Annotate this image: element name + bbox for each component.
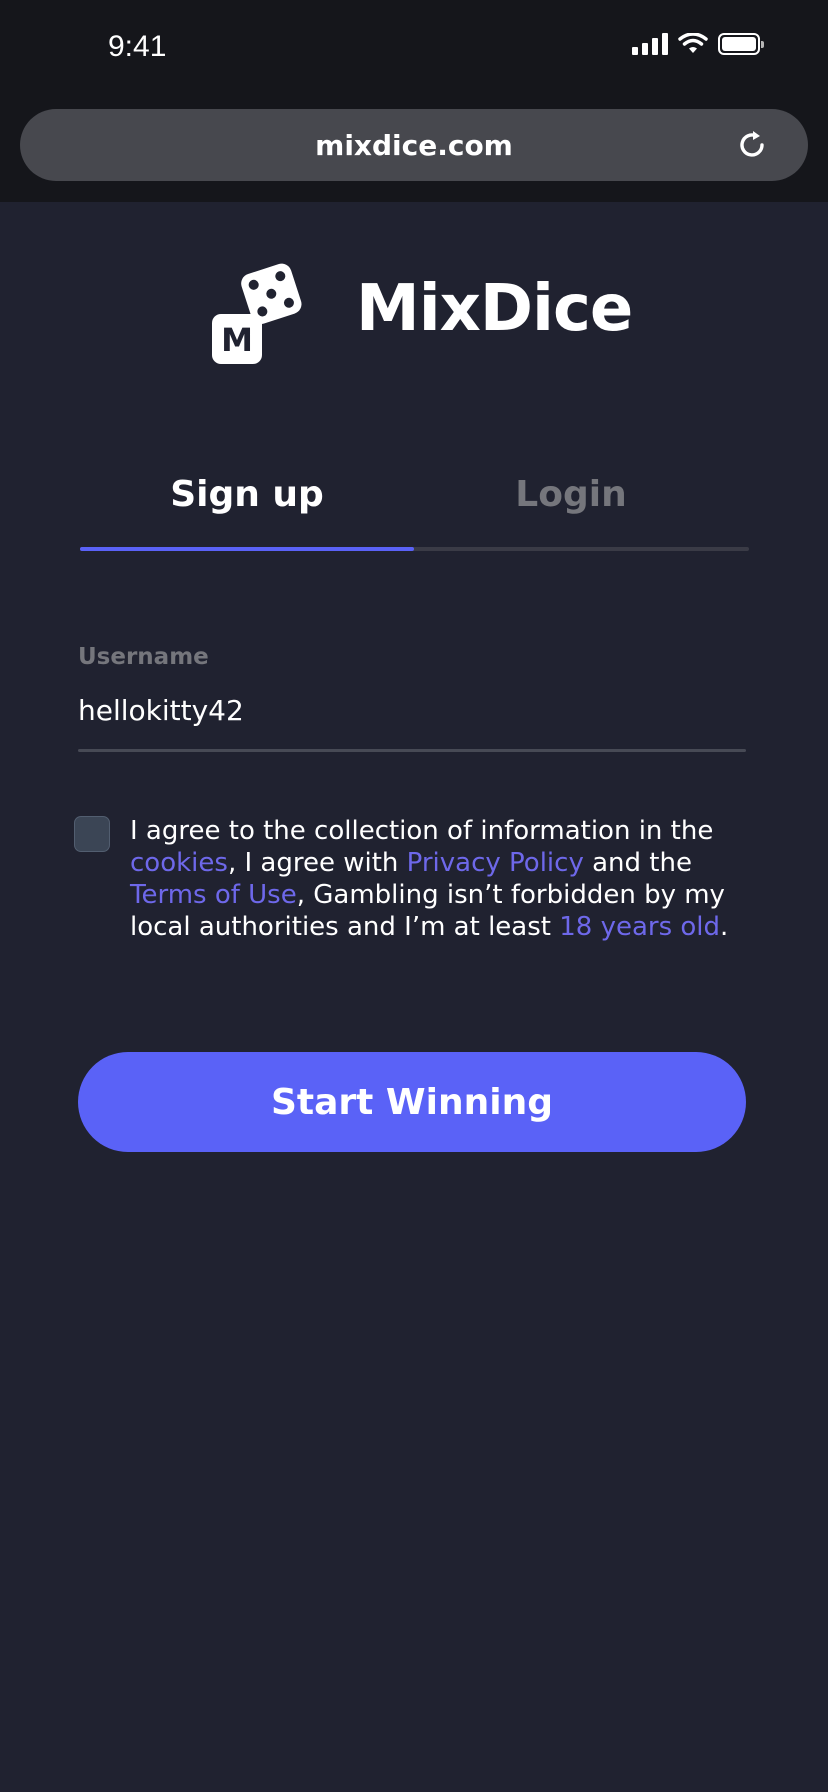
terms-of-use-link[interactable]: Terms of Use: [130, 880, 297, 910]
username-input[interactable]: [78, 688, 746, 732]
dice-icon: M: [212, 263, 302, 364]
reload-icon[interactable]: [734, 127, 770, 163]
battery-icon: [718, 33, 764, 55]
wifi-icon: [678, 33, 708, 53]
brand-name: MixDice: [356, 272, 633, 346]
logo-letter: M: [221, 321, 253, 359]
username-label: Username: [78, 644, 209, 670]
address-bar[interactable]: mixdice.com: [20, 109, 808, 181]
consent-text: I agree to the collection of information…: [130, 815, 750, 943]
tab-sign-up[interactable]: Sign up: [80, 474, 414, 515]
cellular-signal-icon: [632, 33, 668, 55]
tab-login[interactable]: Login: [404, 474, 738, 515]
start-winning-button[interactable]: Start Winning: [78, 1052, 746, 1152]
status-time: 9:41: [108, 30, 167, 63]
consent-text-part: .: [720, 912, 729, 942]
age-requirement-link[interactable]: 18 years old: [559, 912, 720, 942]
brand-logo: M MixDice: [210, 258, 633, 370]
url-text: mixdice.com: [315, 129, 513, 162]
consent-checkbox[interactable]: [74, 816, 110, 852]
browser-chrome: 9:41 mixdice.com: [0, 0, 828, 202]
cookies-link[interactable]: cookies: [130, 848, 228, 878]
active-tab-indicator: [80, 547, 414, 551]
consent-text-part: , I agree with: [227, 848, 407, 878]
username-underline: [78, 749, 746, 752]
consent-text-part: and the: [583, 848, 692, 878]
status-icons: [632, 33, 764, 55]
consent-text-part: I agree to the collection of information…: [130, 816, 714, 846]
privacy-policy-link[interactable]: Privacy Policy: [407, 848, 584, 878]
